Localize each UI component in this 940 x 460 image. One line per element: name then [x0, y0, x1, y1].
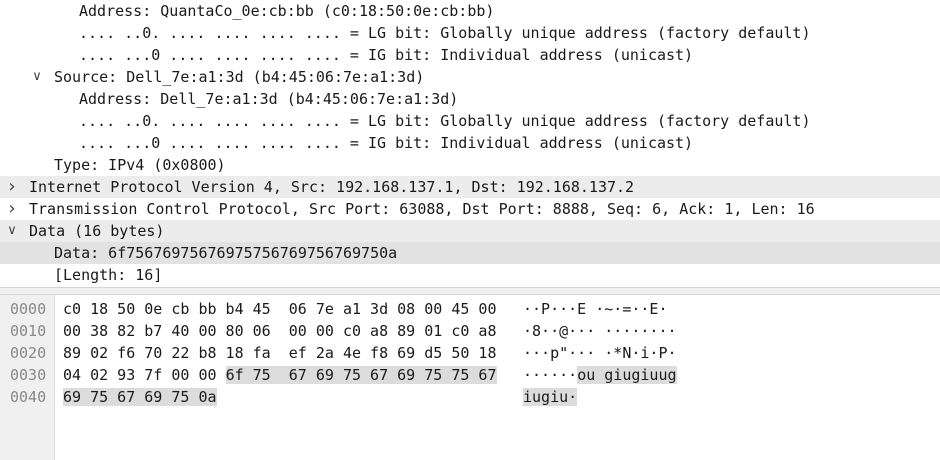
tree-row[interactable]: › Internet Protocol Version 4, Src: 192.1… [0, 176, 940, 198]
byte-offset: 0000 [10, 300, 47, 318]
tree-row-text: .... ..0. .... .... .... .... = LG bit: … [79, 24, 811, 42]
ascii-text: ···p"··· ·*N·i·P· [523, 344, 677, 362]
expand-arrow-icon[interactable]: ∨ [5, 220, 19, 242]
tree-row-text: .... ...0 .... .... .... .... = IG bit: … [79, 46, 694, 64]
tree-row[interactable]: .... ..0. .... .... .... .... = LG bit: … [0, 22, 940, 44]
ascii-text-highlighted: iugiu· [523, 388, 578, 406]
collapse-arrow-icon[interactable]: › [5, 198, 19, 220]
hex-bytes-highlighted: 69 75 67 69 75 0a [63, 388, 217, 406]
packet-bytes-pane[interactable]: 0000 0010 0020 0030 0040 c0 18 50 0e cb bb b… [0, 295, 940, 460]
tree-row-text: Data (16 bytes) [29, 222, 165, 240]
collapse-arrow-icon[interactable]: › [5, 176, 19, 198]
ascii-line[interactable]: ······ou giugiuug [523, 364, 677, 386]
ascii-text: ······ [523, 366, 578, 384]
ascii-line[interactable]: ·8··@··· ········ [523, 320, 677, 342]
hex-bytes-highlighted: 6f 75 67 69 75 67 69 75 75 67 [225, 366, 497, 384]
hex-bytes: 89 02 f6 70 22 b8 18 fa ef 2a 4e f8 69 d… [63, 344, 497, 362]
tree-row[interactable]: Address: Dell_7e:a1:3d (b4:45:06:7e:a1:3… [0, 88, 940, 110]
tree-row-text: Address: QuantaCo_0e:cb:bb (c0:18:50:0e:… [79, 2, 495, 20]
byte-offset: 0020 [10, 344, 47, 362]
tree-row-text: [Length: 16] [54, 266, 163, 284]
tree-row[interactable]: [Length: 16] [0, 264, 940, 286]
ascii-line[interactable]: iugiu· [523, 386, 578, 408]
hex-bytes: c0 18 50 0e cb bb b4 45 06 7e a1 3d 08 0… [63, 300, 497, 318]
hex-bytes-line[interactable]: c0 18 50 0e cb bb b4 45 06 7e a1 3d 08 0… [63, 298, 496, 320]
tree-row[interactable]: Address: QuantaCo_0e:cb:bb (c0:18:50:0e:… [0, 0, 940, 22]
tree-row[interactable]: .... ...0 .... .... .... .... = IG bit: … [0, 44, 940, 66]
tree-row[interactable]: ∨ Source: Dell_7e:a1:3d (b4:45:06:7e:a1:3… [0, 66, 940, 88]
byte-offset: 0010 [10, 322, 47, 340]
tree-row[interactable]: ∨ Data (16 bytes) [0, 220, 940, 242]
hex-bytes-line[interactable]: 69 75 67 69 75 0a [63, 386, 217, 408]
hex-bytes-line[interactable]: 89 02 f6 70 22 b8 18 fa ef 2a 4e f8 69 d… [63, 342, 496, 364]
tree-row[interactable]: .... ..0. .... .... .... .... = LG bit: … [0, 110, 940, 132]
tree-row-text: Internet Protocol Version 4, Src: 192.16… [29, 178, 635, 196]
byte-offset: 0040 [10, 388, 47, 406]
tree-row-text: Data: 6f75676975676975756769756769750a [54, 244, 398, 262]
ascii-text-highlighted: ou giugiuug [577, 366, 677, 384]
offset-column: 0000 0010 0020 0030 0040 [0, 295, 55, 460]
hex-bytes: 00 38 82 b7 40 00 80 06 00 00 c0 a8 89 0… [63, 322, 497, 340]
tree-row-text: .... ...0 .... .... .... .... = IG bit: … [79, 134, 694, 152]
tree-row[interactable]: Type: IPv4 (0x0800) [0, 154, 940, 176]
expand-arrow-icon[interactable]: ∨ [30, 66, 44, 88]
pane-splitter[interactable] [0, 287, 940, 295]
byte-offset: 0030 [10, 366, 47, 384]
ascii-line[interactable]: ···p"··· ·*N·i·P· [523, 342, 677, 364]
tree-row[interactable]: Data: 6f75676975676975756769756769750a [0, 242, 940, 264]
hex-bytes-line[interactable]: 04 02 93 7f 00 00 6f 75 67 69 75 67 69 7… [63, 364, 497, 386]
ascii-line[interactable]: ··P···E ·~·=··E· [523, 298, 668, 320]
tree-row-text: Address: Dell_7e:a1:3d (b4:45:06:7e:a1:3… [79, 90, 459, 108]
tree-row-text: Transmission Control Protocol, Src Port:… [29, 200, 815, 218]
ascii-text: ·8··@··· ········ [523, 322, 677, 340]
packet-details-pane[interactable]: Address: QuantaCo_0e:cb:bb (c0:18:50:0e:… [0, 0, 940, 287]
tree-row-text: .... ..0. .... .... .... .... = LG bit: … [79, 112, 811, 130]
ascii-text: ··P···E ·~·=··E· [523, 300, 668, 318]
tree-row-text: Source: Dell_7e:a1:3d (b4:45:06:7e:a1:3d… [54, 68, 425, 86]
tree-row[interactable]: › Transmission Control Protocol, Src Port… [0, 198, 940, 220]
tree-row[interactable]: .... ...0 .... .... .... .... = IG bit: … [0, 132, 940, 154]
hex-bytes-line[interactable]: 00 38 82 b7 40 00 80 06 00 00 c0 a8 89 0… [63, 320, 496, 342]
hex-bytes: 04 02 93 7f 00 00 [63, 366, 226, 384]
tree-row-text: Type: IPv4 (0x0800) [54, 156, 226, 174]
